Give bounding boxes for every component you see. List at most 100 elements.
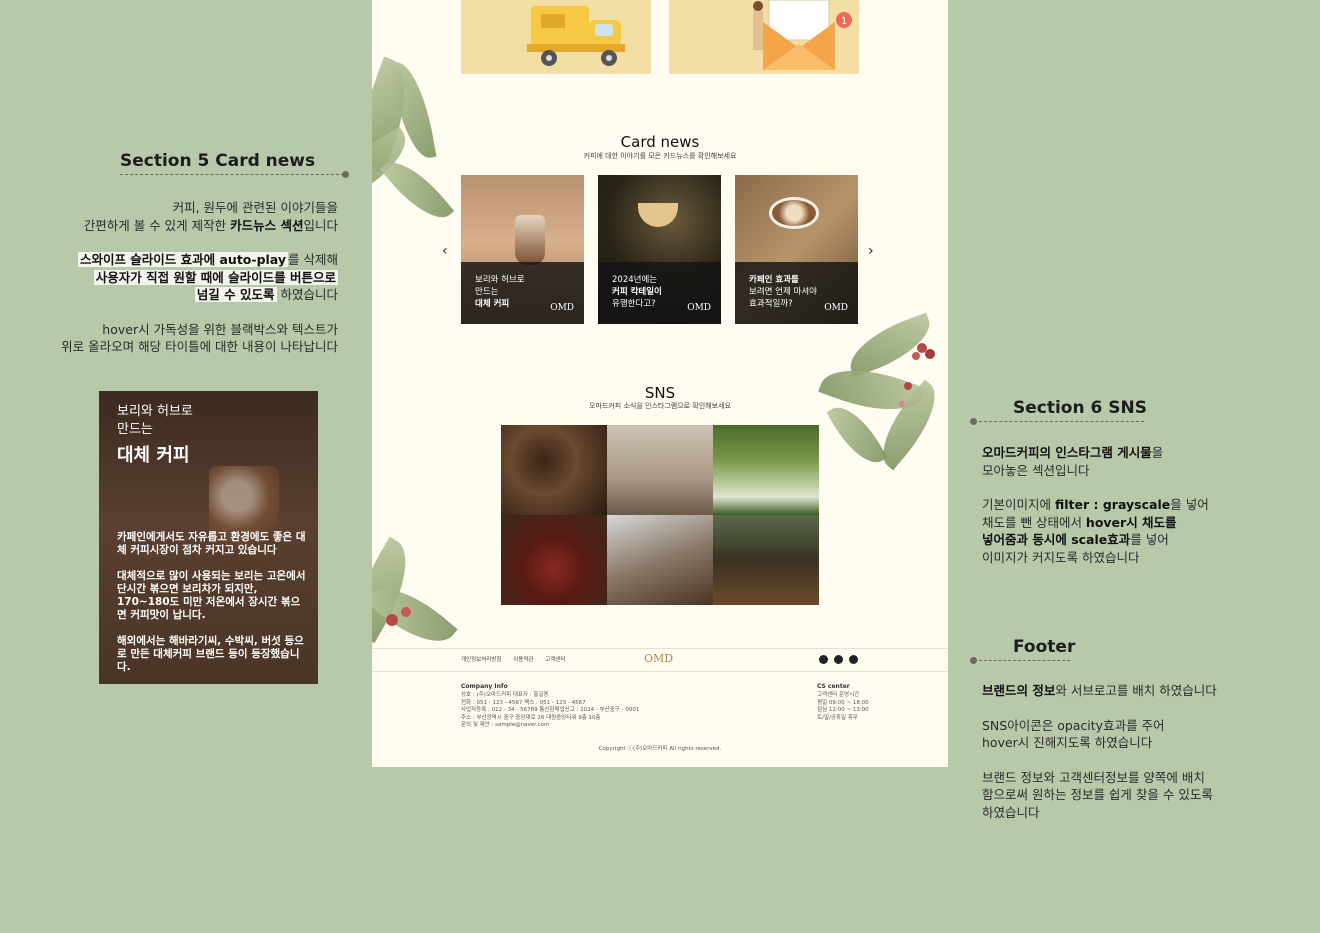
footer-annotation-line — [974, 660, 1070, 661]
cs-center-title: CS center — [817, 683, 850, 690]
card-news-subtitle: 커피에 대한 이야기를 모은 카드뉴스를 확인해보세요 — [583, 152, 737, 160]
card-hover-preview: 보리와 허브로 만드는 대체 커피 카페인에게서도 자유롭고 환경에도 좋은 대… — [99, 391, 318, 684]
cs-line: 평일 09:00 ~ 18:00 — [817, 699, 869, 706]
card-caption: 보리와 허브로 만드는 대체 커피 OMD — [461, 262, 584, 324]
card-line-3: 대체 커피 — [475, 299, 510, 309]
coffee-cherry-icon — [386, 607, 411, 626]
card-line-3: 유행한다고? — [612, 299, 656, 309]
sns-subtitle: 오마드커피 소식을 인스타그램으로 확인해보세요 — [589, 402, 731, 410]
anno-line: hover시 가독성을 위한 블랙박스와 텍스트가 — [102, 321, 338, 337]
sns-post-grinder[interactable] — [607, 515, 713, 605]
card-line-1: 카페인 효과를 — [749, 275, 799, 285]
card-line-1: 보리와 허브로 — [475, 275, 525, 285]
card-news-annotation-dot — [342, 171, 349, 178]
sns-image-grid — [501, 425, 819, 605]
youtube-icon[interactable] — [834, 655, 843, 664]
card-caption: 카페인 효과를 보려면 언제 마셔야 효과적일까? OMD — [735, 262, 858, 324]
sns-title: SNS — [644, 384, 676, 402]
card-line-2: 커피 칵테일이 — [612, 287, 662, 297]
card-logo: OMD — [550, 303, 574, 313]
anno-bold: 넣어줌과 동시에 scale효과 — [982, 532, 1131, 547]
card-news-item[interactable]: 2024년에는 커피 칵테일이 유행한다고? OMD — [598, 175, 721, 324]
card-text: 2024년에는 커피 칵테일이 유행한다고? — [612, 274, 662, 310]
anno-bold: 카드뉴스 섹션 — [230, 217, 304, 233]
instagram-icon[interactable] — [819, 655, 828, 664]
anno-bold: 사용자가 직접 원할 때에 슬라이드를 버튼으로 — [93, 269, 338, 285]
anno-bold: 스와이프 슬라이드 효과에 auto-play — [77, 252, 289, 267]
preview-paragraph: 대체적으로 많이 사용되는 보리는 고온에서 단시간 볶으면 보리차가 되지만,… — [117, 570, 306, 621]
preview-paragraph: 해외에서는 해바라기씨, 수박씨, 버섯 등으로 만든 대체커피 브랜드 등이 … — [117, 635, 304, 673]
prev-slide-button[interactable]: ‹ — [442, 243, 448, 259]
card-news-item[interactable]: 카페인 효과를 보려면 언제 마셔야 효과적일까? OMD — [735, 175, 858, 324]
sns-annotation-line — [974, 421, 1144, 422]
anno-line: 채도를 뺀 상태에서 — [982, 514, 1086, 530]
cs-line: 고객센터 운영시간 — [817, 692, 860, 698]
card-text: 보리와 허브로 만드는 대체 커피 — [475, 274, 525, 310]
anno-line: 함으로써 원하는 정보를 쉽게 찾을 수 있도록 — [982, 787, 1213, 802]
cocktail-image — [638, 203, 678, 227]
anno-line: 간편하게 볼 수 있게 제작한 — [83, 217, 231, 233]
anno-line: 와 서브로고를 배치 하였습니다 — [1055, 683, 1217, 698]
footer-links: 개인정보처리방침 이용약관 고객센터 — [461, 655, 565, 663]
sns-post-coffee-cherries[interactable] — [501, 515, 607, 605]
footer-link-cs[interactable]: 고객센터 — [545, 657, 565, 663]
anno-line: 위로 올라오며 해당 타이틀에 대한 내용이 나타납니다 — [61, 339, 338, 354]
sns-post-table-cups[interactable] — [713, 515, 819, 605]
svg-text:1: 1 — [841, 16, 847, 27]
preview-title: 대체 커피 — [117, 445, 190, 466]
footer-annotation-text: 브랜드의 정보와 서브로고를 배치 하였습니다 SNS아이콘은 opacity효… — [982, 682, 1312, 838]
anno-bold: 넘길 수 있도록 — [194, 287, 277, 302]
website-mockup: 1 Card news 커피에 대한 이야기를 모은 카드뉴스를 확인해보세요 … — [372, 0, 948, 767]
copyright: Copyright ⓒ(주)오마드커피 All rights reserved. — [598, 746, 722, 752]
footer-logo[interactable]: OMD — [644, 652, 673, 665]
preview-kicker: 보리와 허브로 만드는 — [117, 403, 193, 439]
company-line: 상호 : (주)오마드커피 대표자 : 홍길동 — [461, 692, 549, 698]
preview-kicker-1: 보리와 허브로 — [117, 404, 193, 419]
card-news-annotation-heading: Section 5 Card news — [120, 151, 316, 171]
company-line: 사업자등록 : 012 - 34 - 56789 통신판매업신고 : 2024 … — [461, 707, 640, 713]
preview-kicker-2: 만드는 — [117, 422, 153, 437]
next-slide-button[interactable]: › — [868, 243, 874, 259]
cs-line: 토/일/공휴일 휴무 — [817, 714, 858, 721]
anno-line: 를 넣어 — [1130, 532, 1169, 547]
anno-line: 을 — [1151, 445, 1164, 460]
anno-line: 기본이미지에 — [982, 497, 1055, 512]
footer-annotation-heading: Footer — [1013, 637, 1076, 657]
anno-line: hover시 진해지도록 하였습니다 — [982, 735, 1153, 750]
anno-line: 입니다 — [303, 217, 338, 233]
anno-bold: 오마드커피의 인스타그램 게시물 — [982, 445, 1152, 460]
preview-body: 카페인에게서도 자유롭고 환경에도 좋은 대체 커피시장이 점차 커지고 있습니… — [117, 531, 307, 684]
latte-art-image — [769, 197, 819, 229]
anno-bold: filter : grayscale — [1054, 497, 1171, 512]
cs-line: 점심 12:00 ~ 13:00 — [817, 707, 869, 713]
notice-card[interactable]: 1 — [669, 0, 859, 74]
company-info: 상호 : (주)오마드커피 대표자 : 홍길동 전화 : 051 - 123 -… — [461, 692, 639, 730]
sns-post-coffee-cups[interactable] — [501, 425, 607, 515]
card-news-annotation-text: 커피, 원두에 관련된 이야기들을 간편하게 볼 수 있게 제작한 카드뉴스 섹… — [40, 199, 338, 373]
card-logo: OMD — [824, 303, 848, 313]
card-news-annotation-line — [120, 174, 344, 175]
card-line-1: 2024년에는 — [612, 275, 658, 285]
anno-line: 커피, 원두에 관련된 이야기들을 — [172, 200, 338, 215]
mail-envelope-icon: 1 — [753, 0, 852, 70]
anno-bold: 브랜드의 정보 — [982, 683, 1056, 698]
card-caption: 2024년에는 커피 칵테일이 유행한다고? OMD — [598, 262, 721, 324]
card-logo: OMD — [687, 303, 711, 313]
anno-line: 하였습니다 — [276, 287, 338, 302]
sns-post-kettle[interactable] — [607, 425, 713, 515]
footer-link-privacy[interactable]: 개인정보처리방침 — [461, 657, 501, 663]
card-line-3: 효과적일까? — [749, 299, 793, 309]
company-info-title: Company Info — [461, 683, 508, 690]
iced-coffee-image — [515, 215, 545, 265]
footer-link-terms[interactable]: 이용약관 — [513, 657, 533, 663]
sns-annotation-heading: Section 6 SNS — [1013, 398, 1147, 418]
card-news-title: Card news — [620, 133, 700, 151]
card-news-item[interactable]: 보리와 허브로 만드는 대체 커피 OMD — [461, 175, 584, 324]
footer-divider-bottom — [372, 671, 948, 672]
anno-line: SNS아이콘은 opacity효과를 주어 — [982, 717, 1165, 733]
card-text: 카페인 효과를 보려면 언제 마셔야 효과적일까? — [749, 274, 817, 310]
blog-icon[interactable] — [849, 655, 858, 664]
card-line-2: 만드는 — [475, 287, 499, 297]
sns-post-farmer[interactable] — [713, 425, 819, 515]
delivery-card[interactable] — [461, 0, 651, 74]
